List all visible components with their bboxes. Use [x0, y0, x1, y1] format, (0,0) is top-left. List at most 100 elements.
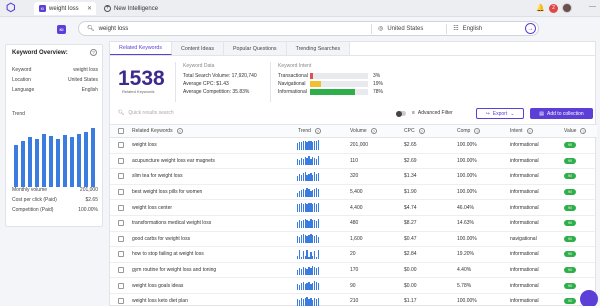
- help-icon[interactable]: ?: [370, 128, 377, 134]
- keyword-cell[interactable]: weight loss center: [132, 200, 172, 215]
- app-logo-icon[interactable]: ⬡: [6, 3, 17, 14]
- row-select[interactable]: [118, 138, 124, 153]
- keyword-cell[interactable]: slim tea for weight loss: [132, 169, 183, 184]
- table-row[interactable]: weight loss 201,000 $2.65 100.00% informatio…: [110, 138, 597, 154]
- checkbox[interactable]: [118, 157, 124, 164]
- notification-count-badge[interactable]: 2: [549, 3, 558, 13]
- row-select[interactable]: [118, 154, 124, 169]
- submit-search-icon[interactable]: →: [525, 23, 536, 34]
- keyword-cell[interactable]: weight loss goals ideas: [132, 278, 183, 293]
- header-label: Comp: [457, 128, 471, 134]
- window-controls[interactable]: —: [589, 3, 596, 10]
- header-intent[interactable]: Intent?: [510, 125, 533, 137]
- table-row[interactable]: best weight loss pills for women 5,400 $1.…: [110, 185, 597, 201]
- chat-bubble-icon[interactable]: [580, 290, 598, 306]
- row-select[interactable]: [118, 278, 124, 293]
- checkbox[interactable]: [118, 267, 124, 274]
- intent-percent: 3%: [373, 73, 381, 79]
- checkbox[interactable]: [118, 282, 124, 289]
- location-select[interactable]: ◎ United States: [372, 25, 446, 33]
- checkbox[interactable]: [118, 251, 124, 258]
- metric-label: Cost per click (Paid): [12, 197, 57, 203]
- select-all-checkbox[interactable]: [118, 125, 124, 137]
- checkbox[interactable]: [118, 189, 124, 196]
- add-to-collection-button[interactable]: ▤ Add to collection: [530, 108, 593, 119]
- avatar[interactable]: [562, 3, 572, 13]
- header-comp[interactable]: Comp?: [457, 125, 481, 137]
- table-row[interactable]: weight loss goals ideas 90 $0.00 5.78% infor…: [110, 278, 597, 294]
- advanced-filter-button[interactable]: ≡ Advanced Filter: [412, 110, 453, 116]
- keyword-cell[interactable]: acupuncture weight loss ear magnets: [132, 154, 215, 169]
- keyword-cell[interactable]: transformations medical weight loss: [132, 216, 211, 231]
- header-trend[interactable]: Trend?: [298, 125, 321, 137]
- checkbox[interactable]: [118, 142, 124, 149]
- keyword-input[interactable]: weight loss: [99, 26, 372, 32]
- table-row[interactable]: good carbs for weight loss 1,600 $0.47 100.…: [110, 232, 597, 248]
- row-select[interactable]: [118, 247, 124, 262]
- overview-row-location: Location United States: [12, 77, 98, 83]
- trend-bar: [70, 137, 74, 187]
- bell-icon[interactable]: 🔔: [536, 4, 545, 12]
- keyword-cell[interactable]: weight loss keto diet plan: [132, 294, 188, 306]
- keyword-cell[interactable]: good carbs for weight loss: [132, 232, 190, 247]
- comp-cell: 100.00%: [457, 189, 477, 196]
- export-button[interactable]: ↪ Export ⌄: [476, 108, 524, 119]
- keyword-cell[interactable]: weight loss: [132, 138, 157, 153]
- checkbox[interactable]: [118, 235, 124, 242]
- table-row[interactable]: slim tea for weight loss 320 $1.34 100.00% i…: [110, 169, 597, 185]
- help-icon[interactable]: ?: [314, 128, 321, 134]
- table-row[interactable]: acupuncture weight loss ear magnets 110 $2…: [110, 154, 597, 170]
- header-volume[interactable]: Volume?: [350, 125, 377, 137]
- tab-weight-loss[interactable]: KI weight loss ✕: [34, 2, 96, 15]
- row-select[interactable]: [118, 200, 124, 215]
- filter-toggle[interactable]: [396, 110, 406, 117]
- row-select[interactable]: [118, 169, 124, 184]
- tab-content-ideas[interactable]: Content Ideas: [172, 42, 224, 55]
- help-icon[interactable]: ?: [580, 128, 587, 134]
- tab-trending-searches[interactable]: Trending Searches: [286, 42, 351, 55]
- checkbox[interactable]: [118, 204, 124, 211]
- row-select[interactable]: [118, 263, 124, 278]
- close-icon[interactable]: ✕: [87, 5, 92, 12]
- search-icon: 🔍︎: [87, 26, 95, 32]
- value-cell: 90: [564, 216, 576, 231]
- checkbox[interactable]: [118, 128, 124, 134]
- table-row[interactable]: weight loss center 4,400 $4.74 46.04% inform…: [110, 200, 597, 216]
- row-select[interactable]: [118, 216, 124, 231]
- keyword-cell[interactable]: gym routine for weight loss and toning: [132, 263, 216, 278]
- row-select[interactable]: [118, 185, 124, 200]
- help-icon[interactable]: ?: [90, 49, 97, 56]
- keyword-cell[interactable]: how to stop failing at weight loss: [132, 247, 204, 262]
- tab-popular-questions[interactable]: Popular Questions: [223, 42, 287, 55]
- keyword-data-row: Average CPC: $1.43: [183, 81, 229, 87]
- comp-cell: 100.00%: [457, 142, 477, 149]
- quick-search-input[interactable]: 🔍︎ Quick results search: [118, 110, 174, 116]
- header-cpc[interactable]: CPC?: [404, 125, 425, 137]
- comp-cell: 100.00%: [457, 157, 477, 164]
- trend-sparkline: [297, 247, 320, 262]
- cpc-cell: $1.90: [404, 189, 417, 196]
- help-icon[interactable]: ?: [418, 128, 425, 134]
- table-row[interactable]: gym routine for weight loss and toning 17…: [110, 263, 597, 279]
- checkbox[interactable]: [118, 220, 124, 227]
- header-related-keywords[interactable]: Related Keywords?: [132, 125, 183, 137]
- table-row[interactable]: weight loss keto diet plan 210 $1.17 100.00…: [110, 294, 597, 306]
- row-select[interactable]: [118, 232, 124, 247]
- help-icon[interactable]: ?: [526, 128, 533, 134]
- language-select[interactable]: ☷ English: [447, 25, 525, 33]
- table-row[interactable]: transformations medical weight loss 480 $8…: [110, 216, 597, 232]
- cpc-cell: $8.27: [404, 220, 417, 227]
- header-value[interactable]: Value?: [564, 125, 587, 137]
- new-intelligence-tab[interactable]: + New Intelligence: [104, 2, 158, 15]
- keyword-cell[interactable]: best weight loss pills for women: [132, 185, 202, 200]
- checkbox[interactable]: [118, 298, 124, 305]
- row-select[interactable]: [118, 294, 124, 306]
- checkbox[interactable]: [118, 173, 124, 180]
- intent-percent: 78%: [372, 89, 383, 95]
- help-icon[interactable]: ?: [474, 128, 481, 134]
- tab-related-keywords[interactable]: Related Keywords: [110, 42, 172, 55]
- trend-sparkline: [297, 294, 320, 306]
- help-icon[interactable]: ?: [176, 128, 183, 134]
- plus-icon: +: [104, 5, 111, 12]
- table-row[interactable]: how to stop failing at weight loss 20 $2.8…: [110, 247, 597, 263]
